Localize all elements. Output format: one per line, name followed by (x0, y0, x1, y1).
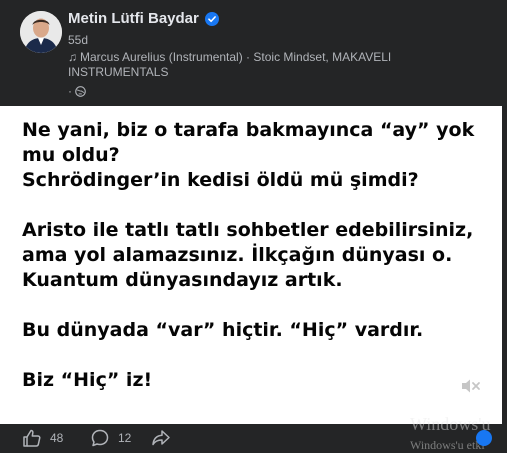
privacy-row: · (68, 84, 86, 98)
avatar[interactable] (20, 11, 62, 53)
music-info[interactable]: ♫ Marcus Aurelius (Instrumental) · Stoic … (68, 50, 488, 80)
share-icon (152, 430, 170, 446)
privacy-separator: · (68, 84, 72, 98)
author-row: Metin Lütfi Baydar (68, 10, 219, 27)
share-button[interactable] (151, 428, 171, 448)
post-text: Ne yani, biz o tarafa bakmayınca “ay” yo… (22, 119, 475, 391)
music-note-icon: ♫ (68, 50, 77, 64)
like-reaction-icon (476, 430, 492, 446)
post-image-card[interactable]: Ne yani, biz o tarafa bakmayınca “ay” yo… (0, 106, 502, 424)
verified-icon (204, 11, 219, 26)
activation-watermark-line2: Windows'u etki (410, 438, 485, 452)
comment-count: 12 (118, 431, 132, 445)
globe-icon[interactable] (75, 85, 86, 97)
post-time[interactable]: 55d (68, 33, 88, 47)
comment-button[interactable]: 12 (90, 428, 131, 448)
music-label: Marcus Aurelius (Instrumental) · Stoic M… (68, 50, 392, 79)
post-header: Metin Lütfi Baydar 55d ♫ Marcus Aurelius … (0, 0, 507, 106)
like-icon (23, 429, 41, 447)
mute-icon[interactable] (460, 378, 482, 394)
like-button[interactable]: 48 (22, 428, 63, 448)
author-name[interactable]: Metin Lütfi Baydar (68, 10, 199, 27)
comment-icon (91, 429, 109, 447)
like-count: 48 (50, 431, 64, 445)
